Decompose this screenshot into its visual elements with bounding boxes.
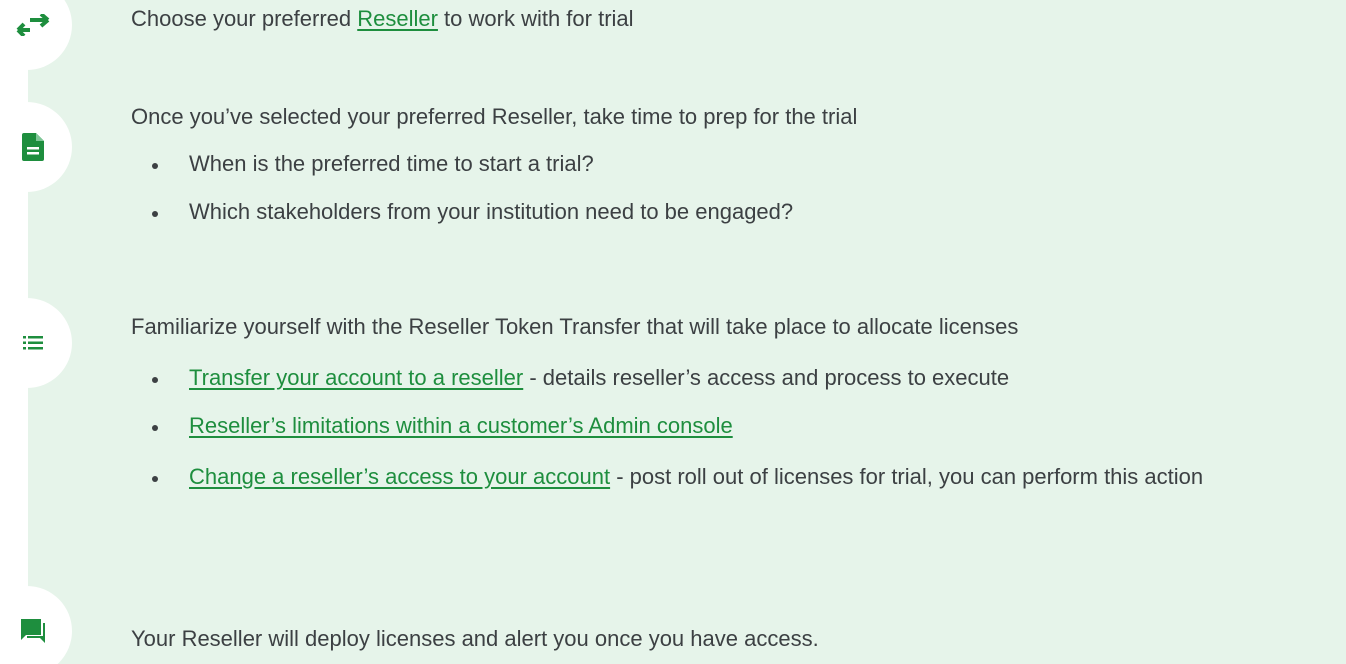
step-1-marker <box>0 0 72 70</box>
step-3-bullets: Transfer your account to a reseller - de… <box>131 363 1203 513</box>
list-item: Reseller’s limitations within a customer… <box>131 411 1203 441</box>
step-2-bullets: When is the preferred time to start a tr… <box>131 149 793 245</box>
list-item: Which stakeholders from your institution… <box>131 197 793 227</box>
change-reseller-access-link[interactable]: Change a reseller’s access to your accou… <box>189 464 610 489</box>
list-item: When is the preferred time to start a tr… <box>131 149 793 179</box>
step-4-text: Your Reseller will deploy licenses and a… <box>131 626 819 651</box>
list-item: Change a reseller’s access to your accou… <box>131 459 1203 495</box>
document-icon <box>22 133 44 161</box>
step-2-heading: Once you’ve selected your preferred Rese… <box>131 104 858 129</box>
step-3-heading: Familiarize yourself with the Reseller T… <box>131 314 1019 339</box>
step-3-marker <box>0 298 72 388</box>
list-item: Transfer your account to a reseller - de… <box>131 363 1203 393</box>
chat-icon <box>21 619 45 643</box>
transfer-account-link[interactable]: Transfer your account to a reseller <box>189 365 523 390</box>
step-2-marker <box>0 102 72 192</box>
list-icon <box>23 336 43 350</box>
step-4-marker <box>0 586 72 664</box>
reseller-link[interactable]: Reseller <box>357 6 438 31</box>
swap-arrows-icon <box>16 14 50 36</box>
reseller-limitations-link[interactable]: Reseller’s limitations within a customer… <box>189 413 733 438</box>
step-1-text: Choose your preferred Reseller to work w… <box>131 6 634 31</box>
